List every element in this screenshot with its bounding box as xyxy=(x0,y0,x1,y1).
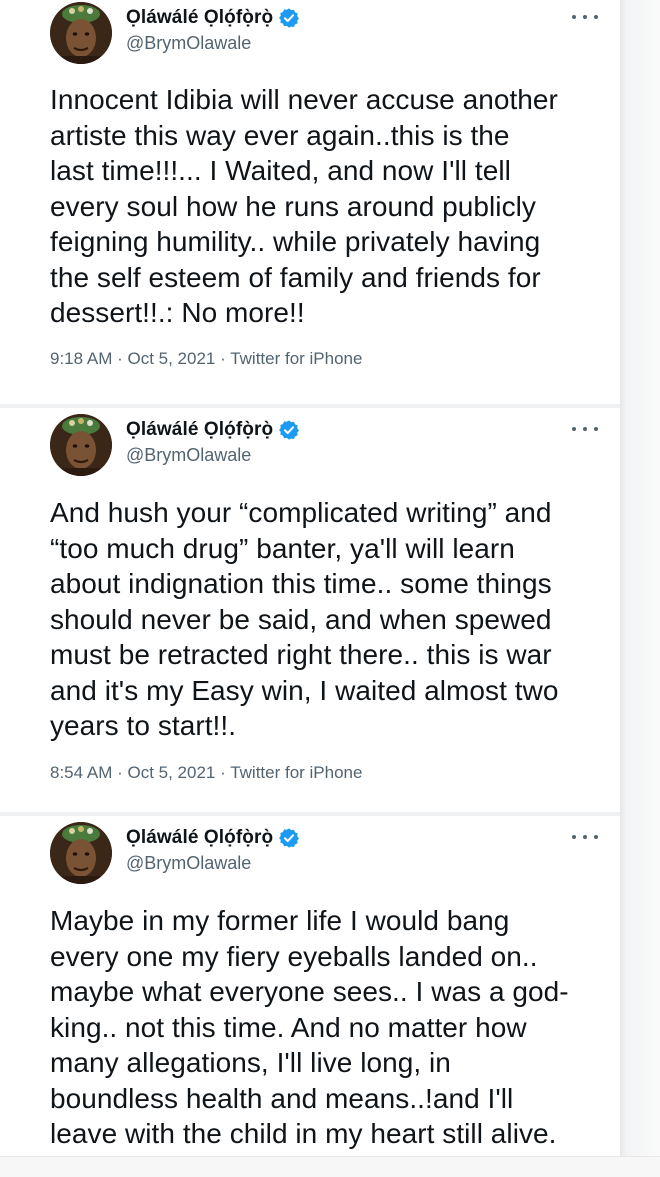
tweet-source[interactable]: Twitter for iPhone xyxy=(230,763,362,782)
tweet-text: And hush your “complicated writing” and … xyxy=(50,497,559,741)
tweet-text: Innocent Idibia will never accuse anothe… xyxy=(50,84,558,328)
tweet-time[interactable]: 8:54 AM xyxy=(50,763,112,782)
avatar[interactable] xyxy=(50,2,112,64)
author-block: Ọláwálé Ọlọ́fọ̀rọ̀ @BrymOlawale xyxy=(126,826,300,874)
display-name[interactable]: Ọláwálé Ọlọ́fọ̀rọ̀ xyxy=(126,419,273,441)
verified-badge-icon xyxy=(278,827,300,849)
display-name[interactable]: Ọláwálé Ọlọ́fọ̀rọ̀ xyxy=(126,7,273,29)
tweet-source[interactable]: Twitter for iPhone xyxy=(230,349,362,368)
tweet-time[interactable]: 9:18 AM xyxy=(50,349,112,368)
meta-separator: · xyxy=(112,763,128,782)
tweet-date[interactable]: Oct 5, 2021 xyxy=(127,349,215,368)
tweet-card[interactable]: Ọláwálé Ọlọ́fọ̀rọ̀ @BrymOlawale Innocent… xyxy=(0,0,620,404)
more-dots-icon[interactable] xyxy=(572,10,598,24)
meta-separator: · xyxy=(112,349,128,368)
avatar[interactable] xyxy=(50,822,112,884)
tweet-card[interactable]: Ọláwálé Ọlọ́fọ̀rọ̀ @BrymOlawale Maybe in… xyxy=(0,816,620,1156)
user-handle[interactable]: @BrymOlawale xyxy=(126,33,300,54)
tweet-header: Ọláwálé Ọlọ́fọ̀rọ̀ @BrymOlawale xyxy=(50,414,610,476)
bottom-edge xyxy=(0,1156,660,1177)
tweet-meta: 8:54 AM · Oct 5, 2021 · Twitter for iPho… xyxy=(50,763,362,783)
tweet-header: Ọláwálé Ọlọ́fọ̀rọ̀ @BrymOlawale xyxy=(50,822,610,884)
meta-separator: · xyxy=(215,349,231,368)
meta-separator: · xyxy=(215,763,231,782)
user-handle[interactable]: @BrymOlawale xyxy=(126,853,300,874)
verified-badge-icon xyxy=(278,419,300,441)
tweet-text: Maybe in my former life I would bang eve… xyxy=(50,905,569,1149)
author-block: Ọláwálé Ọlọ́fọ̀rọ̀ @BrymOlawale xyxy=(126,418,300,466)
user-handle[interactable]: @BrymOlawale xyxy=(126,445,300,466)
tweet-card[interactable]: Ọláwálé Ọlọ́fọ̀rọ̀ @BrymOlawale And hush… xyxy=(0,408,620,812)
screenshot-page: Ọláwálé Ọlọ́fọ̀rọ̀ @BrymOlawale Innocent… xyxy=(0,0,660,1177)
more-dots-icon[interactable] xyxy=(572,830,598,844)
avatar[interactable] xyxy=(50,414,112,476)
tweet-header: Ọláwálé Ọlọ́fọ̀rọ̀ @BrymOlawale xyxy=(50,2,610,64)
tweet-date[interactable]: Oct 5, 2021 xyxy=(127,763,215,782)
verified-badge-icon xyxy=(278,7,300,29)
more-dots-icon[interactable] xyxy=(572,422,598,436)
author-block: Ọláwálé Ọlọ́fọ̀rọ̀ @BrymOlawale xyxy=(126,6,300,54)
tweet-meta: 9:18 AM · Oct 5, 2021 · Twitter for iPho… xyxy=(50,349,362,369)
page-edge xyxy=(620,0,660,1177)
display-name[interactable]: Ọláwálé Ọlọ́fọ̀rọ̀ xyxy=(126,827,273,849)
